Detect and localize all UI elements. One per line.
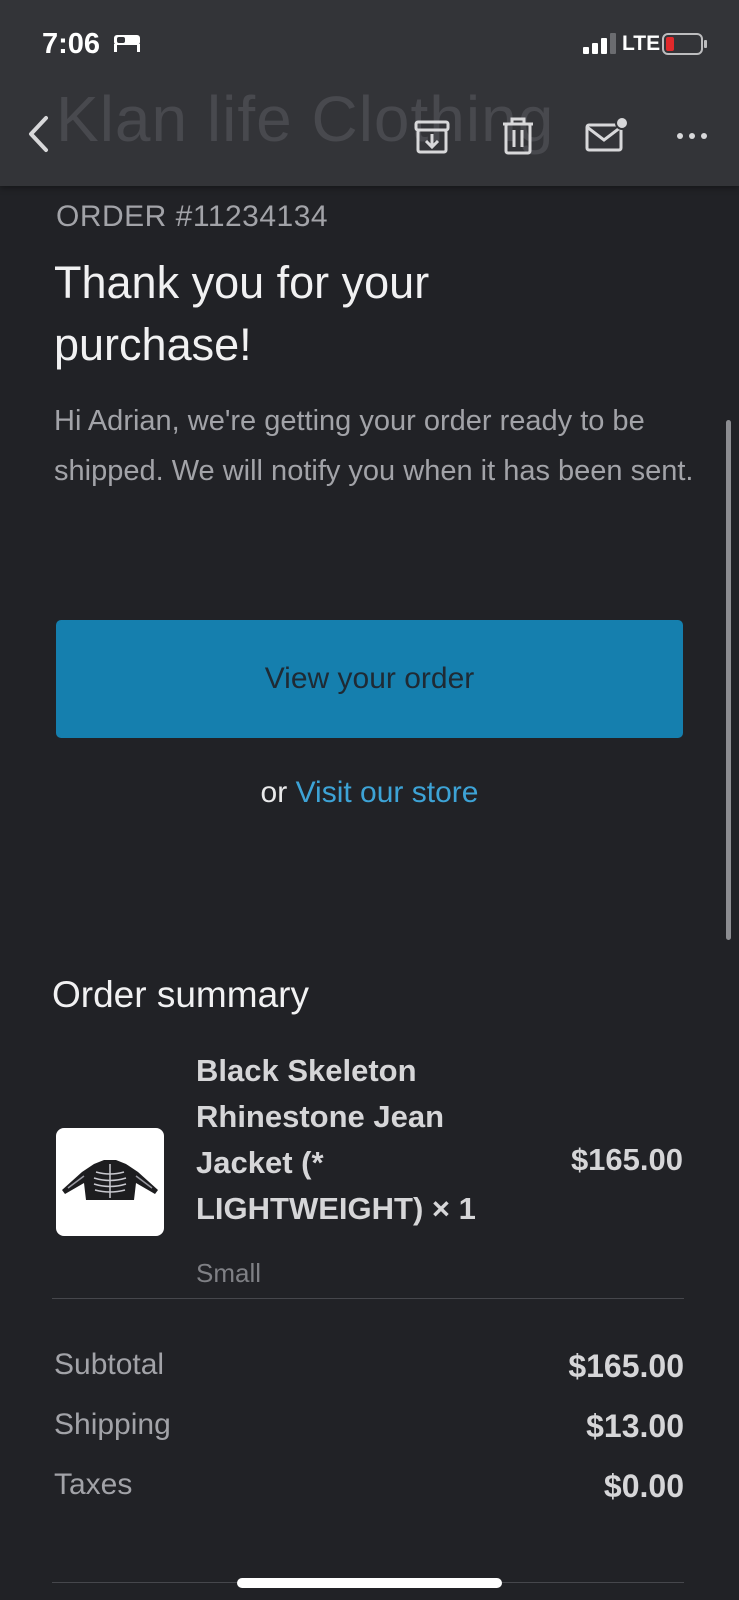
item-variant: Small [196,1258,262,1288]
taxes-label: Taxes [54,1468,133,1501]
view-order-label: View your order [264,662,475,695]
subtotal-row: Subtotal $165.00 [54,1348,684,1392]
or-text: or [260,776,288,809]
network-type: LTE [622,32,661,55]
thank-you-headline: Thank you for your purchase! [54,257,430,370]
order-number: ORDER #11234134 [56,200,329,233]
shipping-row: Shipping $13.00 [54,1408,684,1452]
item-name: Black Skeleton Rhinestone Jean Jacket (*… [196,1053,476,1226]
store-link-line: or Visit our store [0,776,739,810]
visit-store-link[interactable]: Visit our store [296,776,479,809]
status-time: 7:06 [42,28,101,60]
divider [52,1298,684,1299]
top-toolbar: 7:06 LTE Klan life Clothing [0,0,739,186]
home-indicator[interactable] [237,1578,502,1588]
scrollbar[interactable] [726,420,731,940]
back-icon[interactable] [24,112,52,156]
intro-message: Hi Adrian, we're getting your order read… [54,405,694,487]
trash-icon[interactable] [498,116,538,156]
view-order-button[interactable]: View your order [56,620,683,738]
taxes-value: $0.00 [603,1468,684,1504]
shipping-label: Shipping [54,1408,171,1441]
sleep-mode-icon [114,35,140,52]
archive-icon[interactable] [412,116,452,156]
more-icon[interactable] [672,116,712,156]
item-price: $165.00 [570,1142,683,1177]
product-thumbnail [56,1128,164,1236]
mail-unread-icon[interactable] [584,116,628,156]
subtotal-label: Subtotal [54,1348,165,1381]
taxes-row: Taxes $0.00 [54,1468,684,1512]
black-skeleton-jacket-image [62,1160,158,1200]
brand-logo-faded: Klan life Clothing [56,82,554,156]
subtotal-value: $165.00 [568,1348,684,1384]
battery-low-icon [662,33,707,55]
shipping-value: $13.00 [586,1408,684,1444]
cellular-signal-icon [583,33,616,54]
brand-name: Klan life Clothing [56,83,555,155]
order-summary-title: Order summary [52,974,309,1015]
